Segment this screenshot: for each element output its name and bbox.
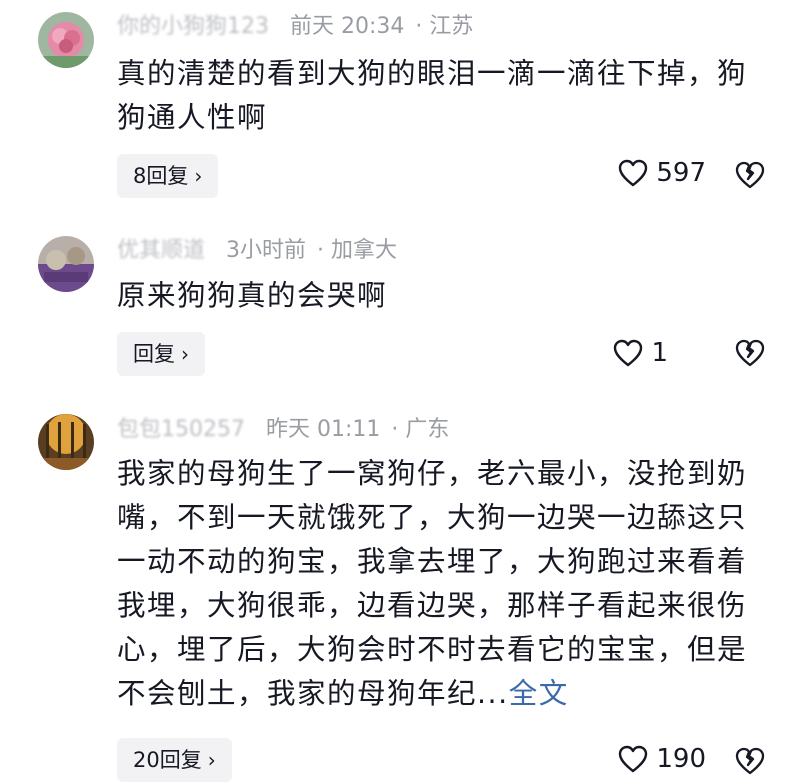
- comment-text[interactable]: 原来狗狗真的会哭啊: [117, 274, 757, 318]
- like-button[interactable]: 597: [618, 158, 706, 188]
- comment-text-content: 真的清楚的看到大狗的眼泪一滴一滴往下掉，狗狗通人性啊: [117, 57, 748, 134]
- replies-button[interactable]: 20回复 ›: [117, 738, 232, 782]
- dislike-button[interactable]: [734, 160, 766, 194]
- replies-label: 8回复: [133, 164, 189, 188]
- dislike-button[interactable]: [734, 338, 766, 372]
- like-count: 1: [651, 338, 668, 368]
- heart-outline-icon: [619, 745, 648, 773]
- meta-separator: ·: [317, 238, 325, 263]
- expand-full-text-link[interactable]: 全文: [509, 677, 569, 710]
- broken-heart-icon: [735, 161, 765, 189]
- avatar[interactable]: [38, 236, 94, 292]
- comment-time: 前天 20:34: [290, 14, 405, 39]
- username[interactable]: 包包150257: [117, 415, 245, 445]
- comment-text-content: 我家的母狗生了一窝狗仔，老六最小，没抢到奶嘴，不到一天就饿死了，大狗一边哭一边舔…: [117, 457, 748, 710]
- like-button[interactable]: 1: [613, 338, 668, 368]
- replies-label: 20回复: [133, 748, 202, 772]
- comment-text[interactable]: 我家的母狗生了一窝狗仔，老六最小，没抢到奶嘴，不到一天就饿死了，大狗一边哭一边舔…: [117, 452, 757, 716]
- chevron-right-icon: ›: [194, 164, 203, 188]
- comment-text-content: 原来狗狗真的会哭啊: [117, 279, 388, 312]
- comment-meta: 优其顺道 3小时前 · 加拿大: [117, 236, 397, 266]
- replies-label: 回复: [133, 342, 175, 366]
- comment-time: 昨天 01:11: [265, 417, 381, 442]
- comment-location: 广东: [405, 417, 450, 442]
- heart-outline-icon: [619, 159, 648, 187]
- heart-outline-icon: [614, 339, 643, 367]
- meta-separator: ·: [415, 14, 423, 39]
- avatar[interactable]: [38, 414, 94, 470]
- username[interactable]: 你的小狗狗123: [117, 12, 269, 42]
- comment-meta: 你的小狗狗123 前天 20:34 · 江苏: [117, 12, 473, 42]
- like-button[interactable]: 190: [618, 744, 706, 774]
- comment-location: 江苏: [429, 14, 474, 39]
- chevron-right-icon: ›: [207, 748, 216, 772]
- comment-meta: 包包150257 昨天 01:11 · 广东: [117, 415, 449, 445]
- comment-time: 3小时前: [226, 238, 307, 263]
- broken-heart-icon: [735, 747, 765, 775]
- meta-separator: ·: [391, 417, 399, 442]
- comment-location: 加拿大: [331, 238, 398, 263]
- avatar[interactable]: [38, 12, 94, 68]
- chevron-right-icon: ›: [181, 342, 189, 366]
- broken-heart-icon: [735, 339, 765, 367]
- like-count: 597: [656, 158, 706, 188]
- like-count: 190: [656, 744, 706, 774]
- comment-text[interactable]: 真的清楚的看到大狗的眼泪一滴一滴往下掉，狗狗通人性啊: [117, 52, 757, 140]
- replies-button[interactable]: 回复 ›: [117, 332, 205, 376]
- username[interactable]: 优其顺道: [117, 236, 205, 266]
- replies-button[interactable]: 8回复 ›: [117, 154, 219, 198]
- dislike-button[interactable]: [734, 746, 766, 780]
